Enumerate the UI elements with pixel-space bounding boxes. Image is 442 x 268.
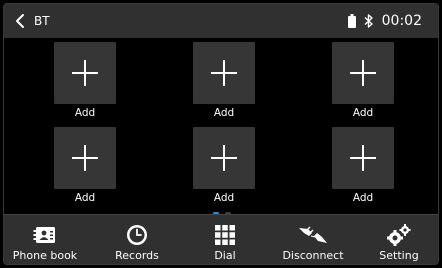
contacts-book-icon	[33, 227, 55, 243]
bt-screen: BT 00:02 Add Add Add Add Add Add Phone b…	[3, 3, 439, 265]
plus-icon	[211, 60, 237, 86]
tile-label: Add	[213, 192, 235, 204]
clock-icon	[127, 225, 147, 245]
add-contact-tile-5[interactable]	[193, 127, 255, 189]
nav-setting-button[interactable]: Setting	[356, 215, 438, 264]
tile-label: Add	[74, 107, 96, 119]
nav-disconnect-button[interactable]: Disconnect	[270, 215, 356, 264]
nav-phone-book-button[interactable]: Phone book	[4, 215, 88, 264]
bottom-nav: Phone book Records Dial Disconnect Setti…	[4, 214, 438, 264]
tile-label: Add	[74, 192, 96, 204]
nav-label: Disconnect	[282, 249, 344, 262]
gears-icon	[387, 224, 411, 246]
nav-label: Setting	[379, 249, 419, 262]
tile-label: Add	[213, 107, 235, 119]
nav-label: Dial	[214, 249, 236, 262]
plus-icon	[350, 145, 376, 171]
nav-label: Phone book	[12, 249, 78, 262]
tile-label: Add	[352, 107, 374, 119]
nav-records-button[interactable]: Records	[94, 215, 180, 264]
bluetooth-icon	[364, 14, 373, 28]
status-bar: BT 00:02	[4, 4, 438, 38]
tile-label: Add	[352, 192, 374, 204]
add-contact-tile-1[interactable]	[54, 42, 116, 104]
add-contact-tile-4[interactable]	[54, 127, 116, 189]
back-button[interactable]	[8, 9, 32, 33]
plus-icon	[72, 145, 98, 171]
add-contact-tile-2[interactable]	[193, 42, 255, 104]
dialpad-icon	[215, 225, 235, 245]
add-contact-tile-3[interactable]	[332, 42, 394, 104]
nav-label: Records	[115, 249, 159, 262]
unplugged-icon	[299, 226, 327, 243]
chevron-left-icon	[16, 14, 24, 28]
plus-icon	[72, 60, 98, 86]
clock-time: 00:02	[381, 13, 422, 29]
phone-battery-icon	[347, 14, 356, 28]
plus-icon	[350, 60, 376, 86]
plus-icon	[211, 145, 237, 171]
page-title: BT	[34, 14, 50, 28]
status-indicators: 00:02	[347, 13, 422, 29]
nav-dial-button[interactable]: Dial	[182, 215, 268, 264]
add-contact-tile-6[interactable]	[332, 127, 394, 189]
